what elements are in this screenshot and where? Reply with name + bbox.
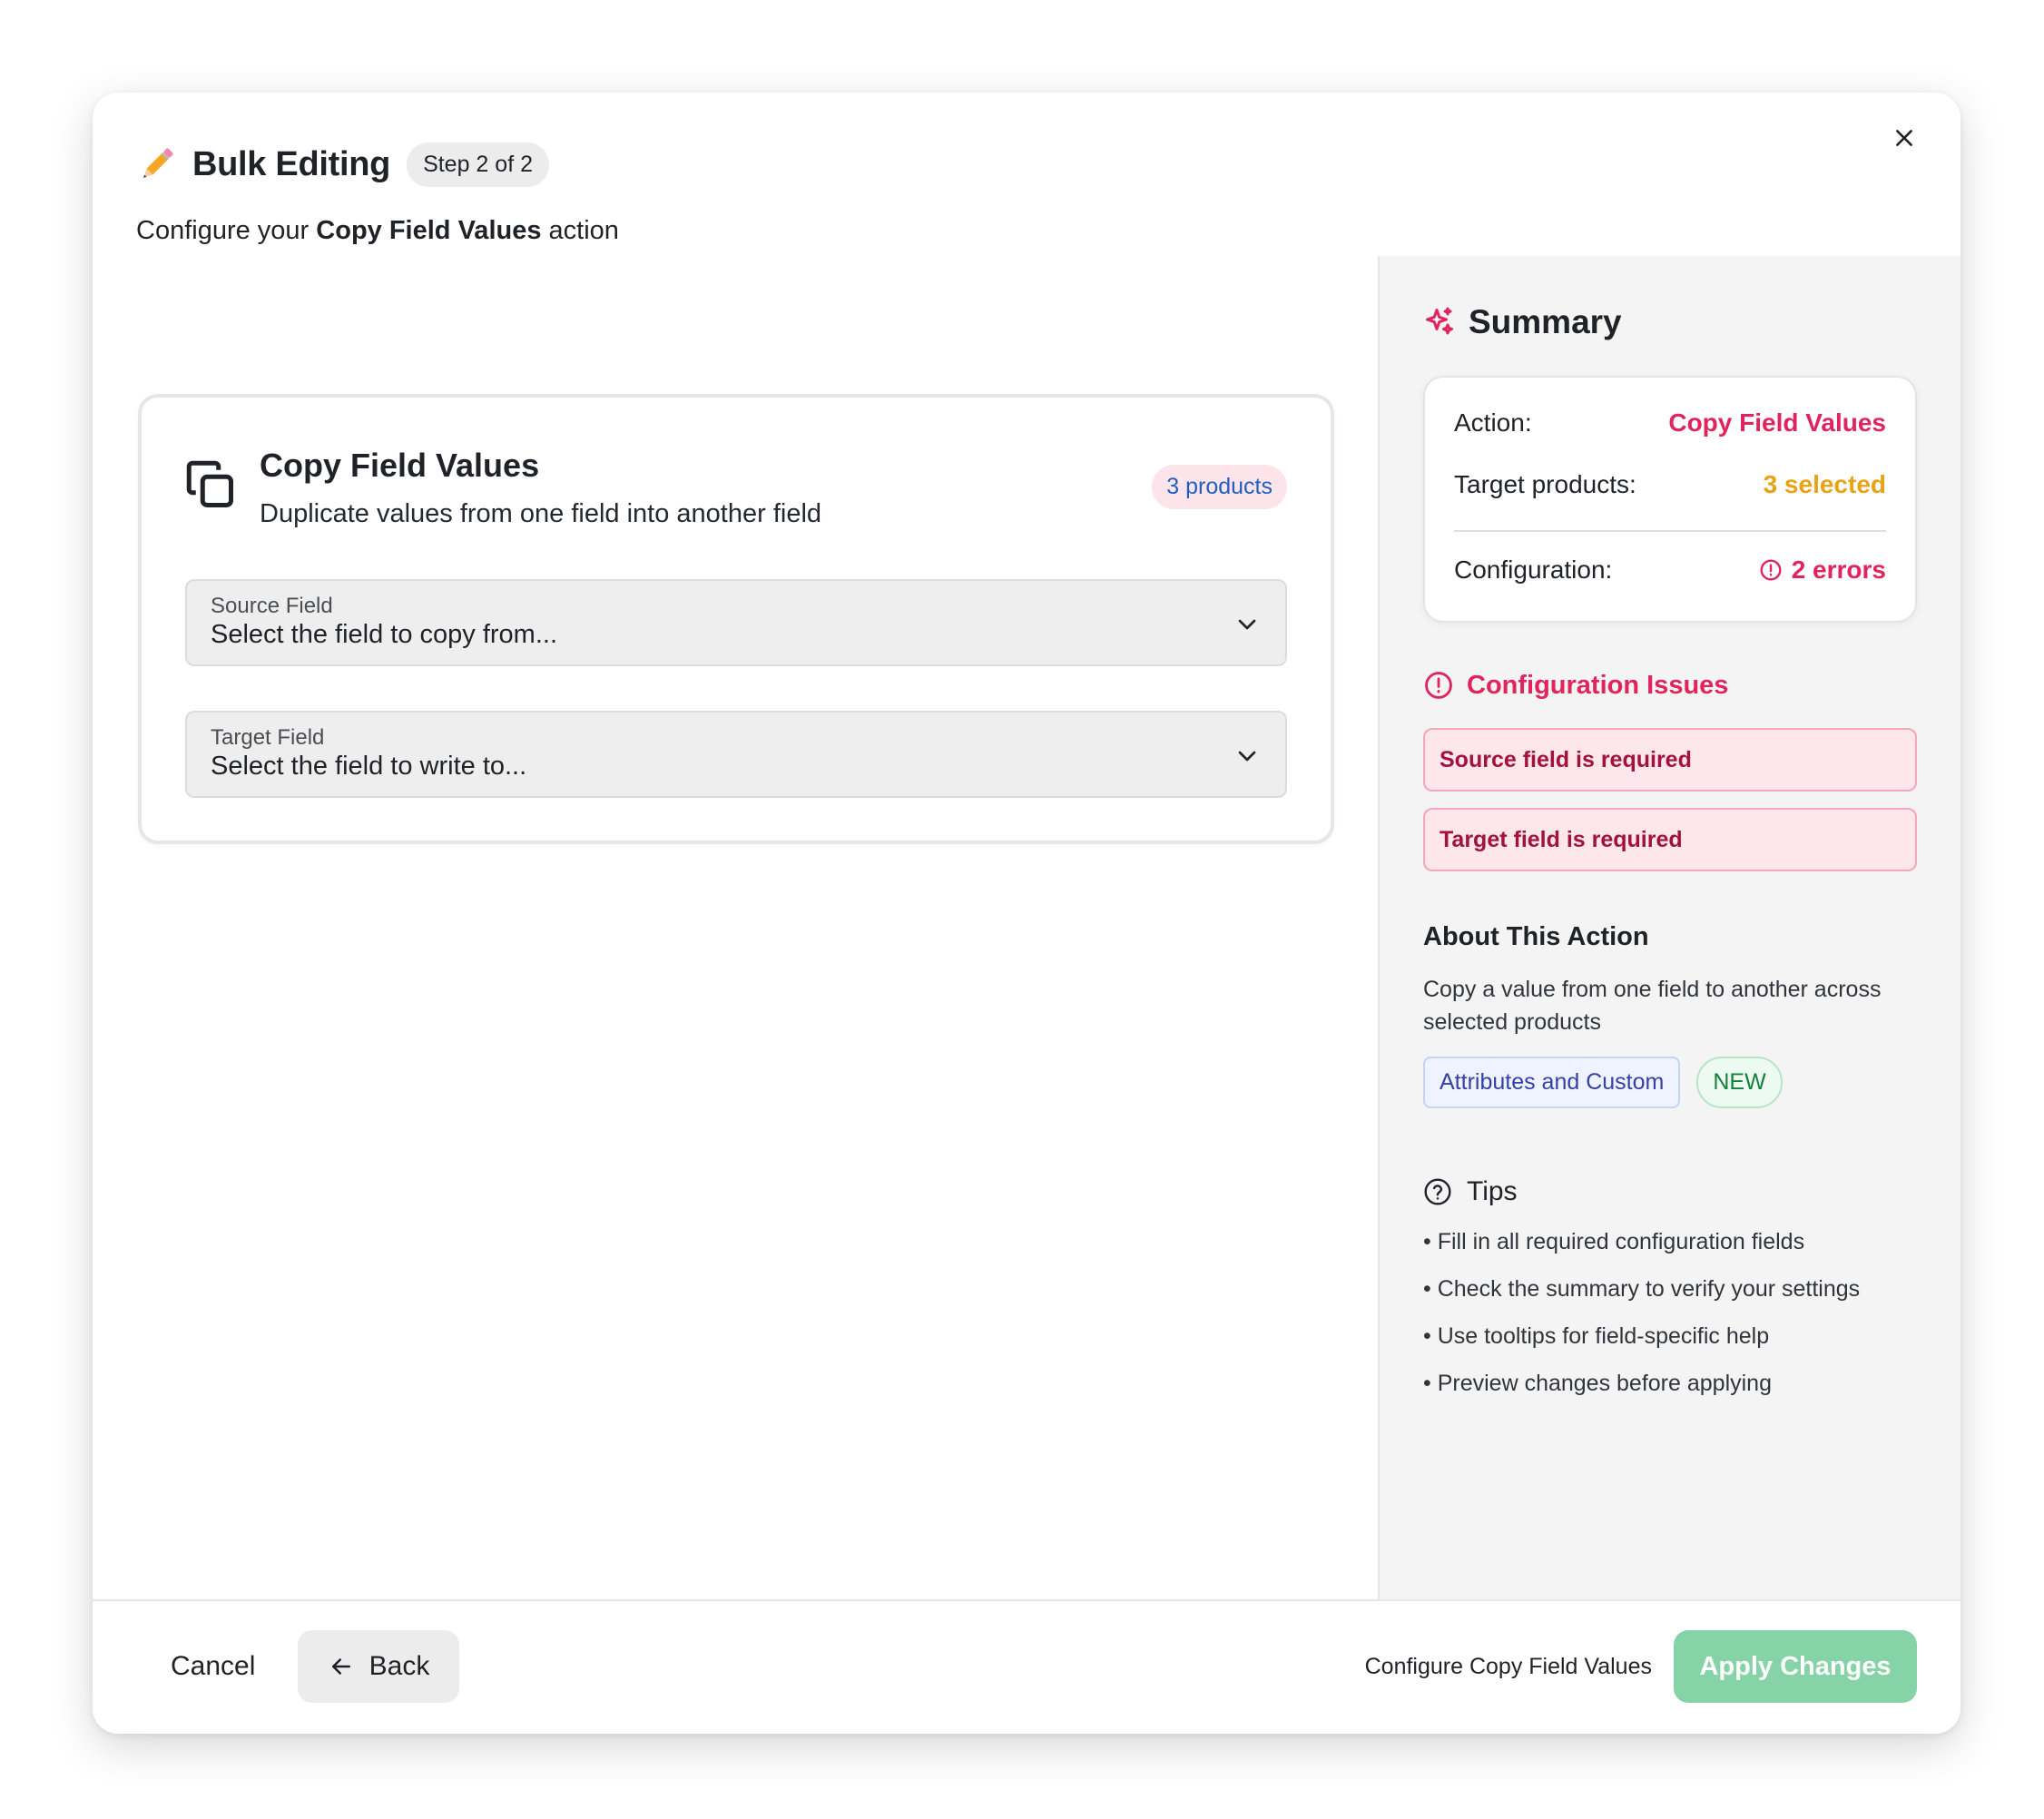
alert-circle-icon xyxy=(1760,559,1782,581)
summary-header: Summary xyxy=(1423,303,1622,341)
issue-source-required: Source field is required xyxy=(1423,728,1917,792)
summary-config-value: 2 errors xyxy=(1759,556,1886,585)
back-button-label: Back xyxy=(369,1651,430,1681)
footer-action-hint: Configure Copy Field Values xyxy=(1364,1653,1652,1679)
tip-item: Fill in all required configuration field… xyxy=(1423,1218,1860,1265)
target-field-label: Target Field xyxy=(211,725,325,750)
copy-icon xyxy=(186,460,233,507)
back-button[interactable]: Back xyxy=(298,1630,459,1703)
summary-row-target-products: Target products: 3 selected xyxy=(1454,470,1886,499)
config-issues-header: Configuration Issues xyxy=(1423,670,1728,701)
close-button[interactable] xyxy=(1882,116,1926,160)
new-badge: NEW xyxy=(1696,1057,1783,1108)
about-description: Copy a value from one field to another a… xyxy=(1423,977,1882,1035)
summary-config-label: Configuration: xyxy=(1454,556,1613,584)
action-card-title: Copy Field Values xyxy=(260,447,540,484)
modal-title: Bulk Editing xyxy=(192,144,391,183)
tips-header: Tips xyxy=(1423,1176,1518,1207)
config-issues-title: Configuration Issues xyxy=(1467,670,1729,700)
target-field-placeholder: Select the field to write to... xyxy=(211,752,527,781)
modal-subtitle: Configure your Copy Field Values action xyxy=(136,216,1852,246)
source-field-label: Source Field xyxy=(211,594,333,618)
target-field-select[interactable]: Target Field Select the field to write t… xyxy=(185,711,1287,798)
subtitle-action-name: Copy Field Values xyxy=(316,216,542,245)
tips-list: Fill in all required configuration field… xyxy=(1423,1218,1860,1407)
action-card: Copy Field Values Duplicate values from … xyxy=(138,394,1334,844)
tip-item: Preview changes before applying xyxy=(1423,1360,1860,1407)
tips-title: Tips xyxy=(1467,1176,1518,1206)
subtitle-prefix: Configure your xyxy=(136,216,317,245)
source-field-placeholder: Select the field to copy from... xyxy=(211,620,558,649)
summary-action-value: Copy Field Values xyxy=(1668,408,1886,437)
modal-footer: Cancel Back Configure Copy Field Values … xyxy=(93,1599,1960,1734)
summary-divider xyxy=(1454,530,1886,532)
config-panel: Copy Field Values Duplicate values from … xyxy=(93,256,1378,1599)
arrow-left-icon xyxy=(331,1658,350,1675)
about-tags: Attributes and Custom NEW xyxy=(1423,1057,1783,1108)
chevron-down-icon xyxy=(1238,751,1256,762)
help-circle-icon xyxy=(1424,1178,1451,1205)
tip-item: Use tooltips for field-specific help xyxy=(1423,1313,1860,1360)
summary-action-label: Action: xyxy=(1454,408,1532,437)
chevron-down-icon xyxy=(1238,619,1256,630)
cancel-button[interactable]: Cancel xyxy=(138,1630,288,1703)
summary-target-label: Target products: xyxy=(1454,470,1636,498)
step-badge: Step 2 of 2 xyxy=(407,142,549,187)
apply-changes-button[interactable]: Apply Changes xyxy=(1674,1630,1917,1703)
summary-title: Summary xyxy=(1469,303,1622,340)
products-count-badge: 3 products xyxy=(1152,465,1287,509)
category-tag: Attributes and Custom xyxy=(1423,1057,1681,1108)
about-title: About This Action xyxy=(1423,922,1649,951)
modal-header: Bulk Editing Step 2 of 2 Configure your … xyxy=(136,125,1852,246)
summary-row-action: Action: Copy Field Values xyxy=(1454,408,1886,438)
bulk-edit-modal: Bulk Editing Step 2 of 2 Configure your … xyxy=(93,93,1960,1734)
close-icon xyxy=(1896,130,1912,146)
summary-errors-count: 2 errors xyxy=(1791,556,1886,584)
summary-row-configuration: Configuration: 2 errors xyxy=(1454,556,1886,585)
tip-item: Check the summary to verify your setting… xyxy=(1423,1265,1860,1313)
alert-circle-icon xyxy=(1425,672,1452,699)
sparkle-icon xyxy=(1426,307,1453,335)
issue-target-required: Target field is required xyxy=(1423,808,1917,871)
summary-target-value: 3 selected xyxy=(1763,470,1886,498)
source-field-select[interactable]: Source Field Select the field to copy fr… xyxy=(185,579,1287,666)
action-card-description: Duplicate values from one field into ano… xyxy=(260,499,822,528)
summary-card: Action: Copy Field Values Target product… xyxy=(1423,376,1917,623)
subtitle-suffix: action xyxy=(541,216,619,245)
summary-sidebar: Summary Action: Copy Field Values Target… xyxy=(1378,256,1960,1599)
pencil-icon xyxy=(143,148,173,178)
